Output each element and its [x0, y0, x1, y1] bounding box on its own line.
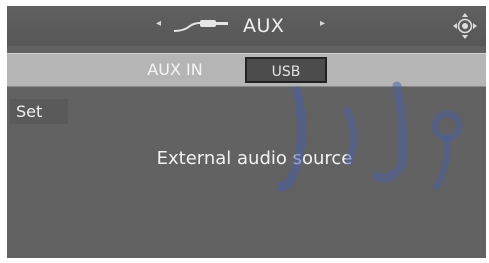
- display-screen: ◂ AUX ▸ AUX IN USB Set External audio so…: [7, 6, 486, 258]
- watermark-graphic: [277, 81, 463, 192]
- set-menu-item[interactable]: Set: [10, 99, 68, 124]
- previous-source-arrow[interactable]: ◂: [156, 18, 161, 29]
- tab-bar: AUX IN USB: [7, 53, 486, 87]
- tab-usb[interactable]: USB: [245, 57, 327, 83]
- tab-aux-in[interactable]: AUX IN: [127, 54, 223, 86]
- controller-joystick-icon: [453, 13, 477, 39]
- title-bar: ◂ AUX ▸: [7, 6, 486, 46]
- aux-cable-icon: [173, 20, 228, 32]
- source-description: External audio source: [156, 148, 353, 169]
- next-source-arrow[interactable]: ▸: [320, 18, 325, 29]
- source-title: AUX: [243, 15, 285, 37]
